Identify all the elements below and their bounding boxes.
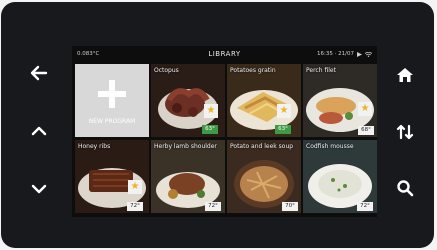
plus-icon xyxy=(98,80,126,108)
recipe-label: Herby lamb shoulder xyxy=(154,143,217,150)
favorite-star-icon: ★ xyxy=(277,104,291,118)
recipe-tile-perch-filet[interactable]: Perch filet ★ 68° xyxy=(303,64,377,137)
recipe-label: Potato and leek soup xyxy=(230,143,294,150)
favorite-star-icon: ★ xyxy=(204,104,218,118)
search-icon xyxy=(397,180,414,197)
back-button[interactable] xyxy=(28,62,50,84)
oven-control-panel: 0.083°C LIBRARY 16:35 · 21/07 NEW PROGRA… xyxy=(1,2,434,248)
play-icon xyxy=(357,51,362,57)
new-program-label: NEW PROGRAM xyxy=(88,118,136,125)
recipe-tile-potato-and-leek-soup[interactable]: Potato and leek soup 70° xyxy=(227,140,301,213)
temperature-badge: 63° xyxy=(275,125,291,134)
temperature-badge: 72° xyxy=(127,202,143,211)
recipe-label: Codfish mousse xyxy=(306,143,354,150)
sort-button[interactable] xyxy=(394,121,416,143)
recipe-tile-octopus[interactable]: Octopus ★ 63° xyxy=(151,64,225,137)
chevron-up-icon xyxy=(31,126,47,136)
temperature-badge: 70° xyxy=(282,202,298,211)
recipe-tile-herby-lamb-shoulder[interactable]: Herby lamb shoulder 72° xyxy=(151,140,225,213)
sort-icon xyxy=(396,124,414,140)
home-icon xyxy=(397,68,413,82)
chevron-down-icon xyxy=(31,184,47,194)
display-screen: 0.083°C LIBRARY 16:35 · 21/07 NEW PROGRA… xyxy=(72,46,377,217)
recipe-label: Octopus xyxy=(154,67,179,74)
wifi-icon xyxy=(365,51,372,57)
status-datetime-area: 16:35 · 21/07 xyxy=(317,51,372,57)
status-bar: 0.083°C LIBRARY 16:35 · 21/07 xyxy=(72,46,377,63)
scroll-up-button[interactable] xyxy=(28,120,50,142)
new-program-tile[interactable]: NEW PROGRAM xyxy=(75,64,149,137)
recipe-tile-potatoes-gratin[interactable]: Potatoes gratin ★ 63° xyxy=(227,64,301,137)
recipe-label: Potatoes gratin xyxy=(230,67,276,74)
scroll-down-button[interactable] xyxy=(28,178,50,200)
temperature-badge: 63° xyxy=(202,125,218,134)
temperature-badge: 72° xyxy=(357,202,373,211)
back-arrow-icon xyxy=(30,65,48,81)
favorite-star-icon: ★ xyxy=(358,102,372,116)
recipe-tile-honey-ribs[interactable]: Honey ribs ★ 72° xyxy=(75,140,149,213)
temperature-badge: 72° xyxy=(205,202,221,211)
favorite-star-icon: ★ xyxy=(128,180,142,194)
status-datetime: 16:35 · 21/07 xyxy=(317,51,354,57)
recipe-label: Honey ribs xyxy=(78,143,111,150)
search-button[interactable] xyxy=(394,177,416,199)
recipe-label: Perch filet xyxy=(306,67,336,74)
recipe-tile-codfish-mousse[interactable]: Codfish mousse 72° xyxy=(303,140,377,213)
home-button[interactable] xyxy=(394,64,416,86)
temperature-badge: 68° xyxy=(358,126,374,135)
